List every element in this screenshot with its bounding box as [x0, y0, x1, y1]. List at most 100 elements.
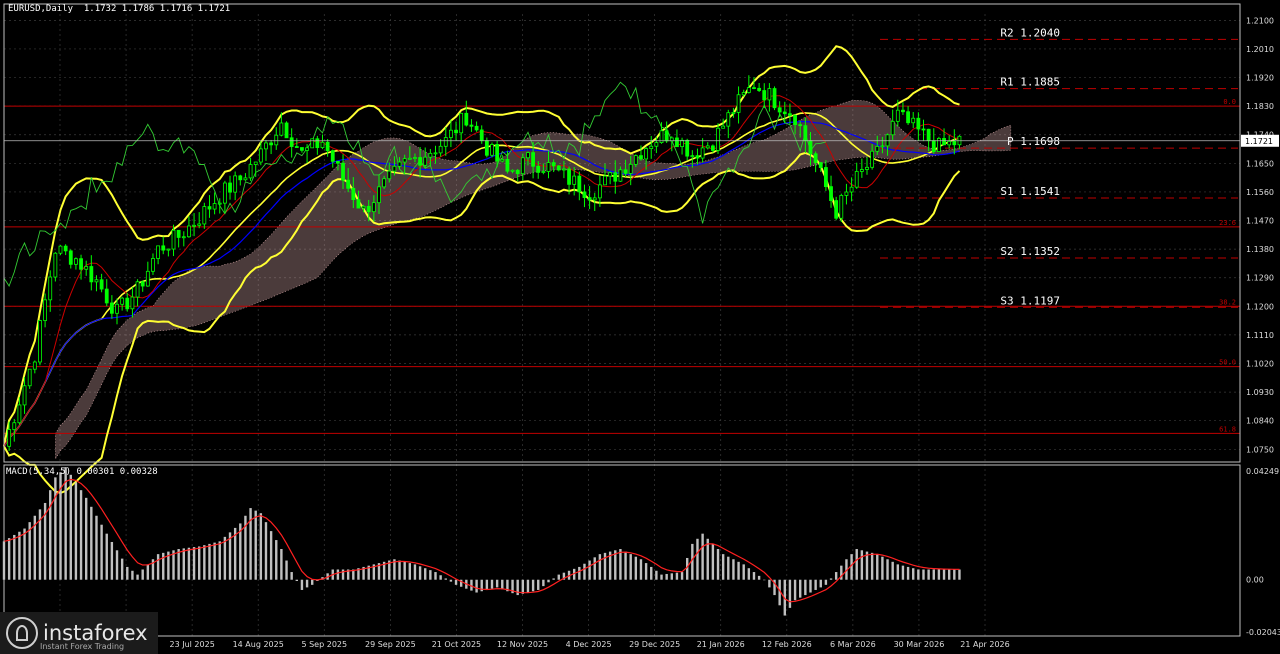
candle-body [63, 245, 68, 252]
candle-body [618, 169, 623, 182]
candle-body [885, 134, 890, 147]
candle-body [844, 191, 849, 196]
candle-body [567, 168, 571, 185]
macd-bar [906, 566, 910, 580]
macd-bar [18, 531, 21, 580]
candle-body [269, 142, 274, 146]
macd-bar [526, 579, 530, 593]
macd-bar [886, 559, 889, 580]
candle-body [161, 245, 166, 251]
candle-body [17, 404, 22, 424]
candle-body [510, 169, 515, 172]
candle-body [572, 175, 577, 185]
macd-bar [629, 554, 632, 580]
candle-body [623, 169, 628, 174]
macd-bar [655, 570, 658, 580]
macd-bar [13, 534, 16, 580]
macd-bar [593, 557, 596, 580]
macd-bar [305, 579, 309, 588]
candle-body [120, 297, 125, 305]
macd-tick: 0.00 [1246, 576, 1264, 585]
macd-bar [752, 572, 756, 580]
macd-bar [644, 563, 648, 580]
candle-body [371, 202, 376, 213]
price-tick: 1.1830 [1246, 102, 1274, 111]
macd-bar [922, 569, 925, 580]
candle-body [192, 224, 196, 227]
macd-bar [768, 579, 771, 588]
candle-body [901, 109, 905, 113]
macd-bar [799, 579, 802, 598]
macd-bar [870, 552, 874, 580]
candle-body [89, 266, 94, 283]
macd-bar [809, 579, 812, 593]
pivot-label: S2 1.1352 [1000, 245, 1060, 258]
candle-body [721, 125, 726, 129]
candle-body [109, 302, 114, 314]
candle-body [248, 164, 253, 179]
candle-body [140, 281, 145, 287]
macd-bar [834, 572, 838, 580]
candle-body [423, 156, 428, 166]
macd-bar [947, 569, 951, 580]
macd-bar [624, 551, 627, 580]
macd-bar [824, 579, 828, 585]
candle-body [258, 148, 263, 163]
macd-bar [927, 569, 930, 580]
time-label: 29 Sep 2025 [365, 640, 416, 649]
candle-body [895, 109, 900, 122]
macd-bar [223, 536, 227, 580]
candle-body [500, 159, 505, 162]
candle-body [43, 299, 47, 321]
candle-body [79, 258, 83, 270]
macd-bar [110, 541, 114, 580]
logo-icon [6, 617, 38, 649]
price-tick: 1.2100 [1246, 16, 1274, 25]
candle-body [58, 245, 63, 254]
macd-bar [249, 508, 252, 580]
candle-body [495, 144, 500, 162]
macd-bar [475, 579, 478, 593]
candle-body [202, 206, 207, 225]
macd-bar [557, 574, 560, 580]
candle-body [515, 169, 520, 175]
candle-body [264, 142, 268, 150]
macd-bar [280, 549, 283, 580]
macd-bar [177, 549, 180, 580]
candle-body [238, 175, 243, 181]
macd-bar [429, 570, 432, 580]
candle-body [942, 138, 946, 146]
price-tick: 1.2010 [1246, 45, 1274, 54]
candle-body [608, 172, 613, 177]
candle-body [813, 153, 818, 163]
candle-body [947, 140, 952, 146]
candle-body [562, 168, 566, 171]
macd-bar [264, 522, 268, 580]
candle-body [680, 139, 684, 148]
pivot-label: S3 1.1197 [1000, 294, 1060, 307]
candle-body [464, 112, 469, 126]
candle-body [187, 225, 191, 238]
candle-body [654, 142, 659, 147]
candle-body [582, 191, 587, 198]
price-axis: 1.21001.20101.19201.18301.17401.16501.15… [4, 16, 1280, 637]
candle-body [829, 186, 833, 201]
macd-bar [896, 564, 900, 580]
candle-body [551, 162, 556, 167]
candle-body [387, 170, 392, 180]
candle-body [74, 258, 78, 265]
candle-body [68, 250, 73, 265]
candle-body [628, 163, 633, 174]
price-chart[interactable]: 0.0 23.6 38.2 50.0 61.8 R2 1.2040 R1 1.1885 P … [0, 0, 1280, 654]
candle-body [212, 203, 217, 210]
macd-bar [490, 579, 494, 589]
price-tick: 1.1290 [1246, 274, 1274, 283]
fib-label: 50.0 [1219, 359, 1236, 367]
candle-body [366, 205, 371, 213]
price-tick: 1.1470 [1246, 217, 1274, 226]
macd-bar [198, 546, 201, 580]
candle-body [639, 155, 643, 160]
macd-bar [413, 564, 417, 580]
candle-body [438, 145, 443, 154]
candle-body [859, 169, 864, 172]
